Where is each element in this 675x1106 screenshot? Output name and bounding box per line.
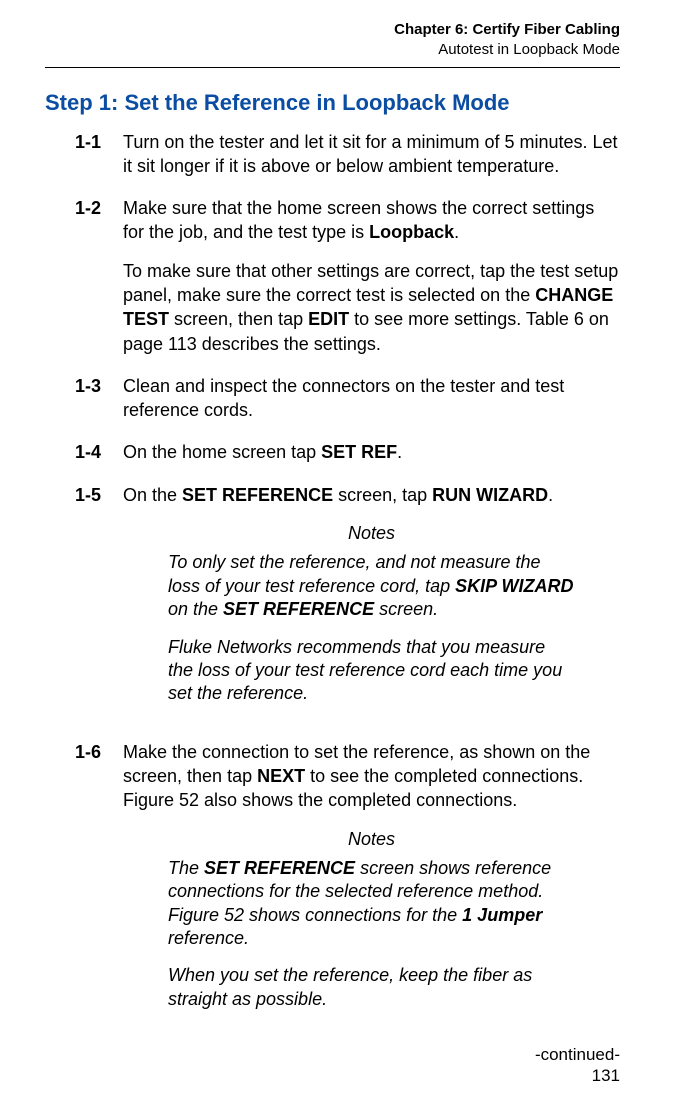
step-text: On the SET REFERENCE screen, tap RUN WIZ… — [123, 483, 620, 507]
notes-text: Fluke Networks recommends that you measu… — [168, 636, 575, 706]
step-text: Clean and inspect the connectors on the … — [123, 374, 620, 423]
step-body: Make the connection to set the reference… — [123, 740, 620, 1028]
step-number: 1-5 — [75, 483, 123, 722]
page-header: Chapter 6: Certify Fiber Cabling Autotes… — [45, 20, 620, 61]
step-list: 1-1 Turn on the tester and let it sit fo… — [45, 130, 620, 1028]
step-body: Turn on the tester and let it sit for a … — [123, 130, 620, 179]
step-1-3: 1-3 Clean and inspect the connectors on … — [75, 374, 620, 423]
step-text: On the home screen tap SET REF. — [123, 440, 620, 464]
notes-text: The SET REFERENCE screen shows reference… — [168, 857, 575, 951]
step-body: On the SET REFERENCE screen, tap RUN WIZ… — [123, 483, 620, 722]
notes-block: Notes The SET REFERENCE screen shows ref… — [123, 827, 620, 1012]
step-body: On the home screen tap SET REF. — [123, 440, 620, 464]
notes-text: To only set the reference, and not measu… — [168, 551, 575, 621]
notes-text: When you set the reference, keep the fib… — [168, 964, 575, 1011]
step-1-5: 1-5 On the SET REFERENCE screen, tap RUN… — [75, 483, 620, 722]
step-1-2: 1-2 Make sure that the home screen shows… — [75, 196, 620, 356]
step-text: To make sure that other settings are cor… — [123, 259, 620, 356]
step-text: Turn on the tester and let it sit for a … — [123, 130, 620, 179]
continued-label: -continued- — [45, 1045, 620, 1065]
step-number: 1-1 — [75, 130, 123, 179]
step-1-6: 1-6 Make the connection to set the refer… — [75, 740, 620, 1028]
header-chapter: Chapter 6: Certify Fiber Cabling — [45, 20, 620, 40]
notes-heading: Notes — [123, 521, 620, 545]
step-number: 1-2 — [75, 196, 123, 356]
page-number: 131 — [592, 1066, 620, 1086]
step-body: Make sure that the home screen shows the… — [123, 196, 620, 356]
notes-heading: Notes — [123, 827, 620, 851]
step-text: Make the connection to set the reference… — [123, 740, 620, 813]
step-1-1: 1-1 Turn on the tester and let it sit fo… — [75, 130, 620, 179]
step-text: Make sure that the home screen shows the… — [123, 196, 620, 245]
notes-block: Notes To only set the reference, and not… — [123, 521, 620, 706]
step-number: 1-4 — [75, 440, 123, 464]
step-number: 1-3 — [75, 374, 123, 423]
step-title: Step 1: Set the Reference in Loopback Mo… — [45, 90, 620, 116]
step-1-4: 1-4 On the home screen tap SET REF. — [75, 440, 620, 464]
step-number: 1-6 — [75, 740, 123, 1028]
step-body: Clean and inspect the connectors on the … — [123, 374, 620, 423]
header-section: Autotest in Loopback Mode — [45, 40, 620, 60]
header-rule — [45, 67, 620, 68]
